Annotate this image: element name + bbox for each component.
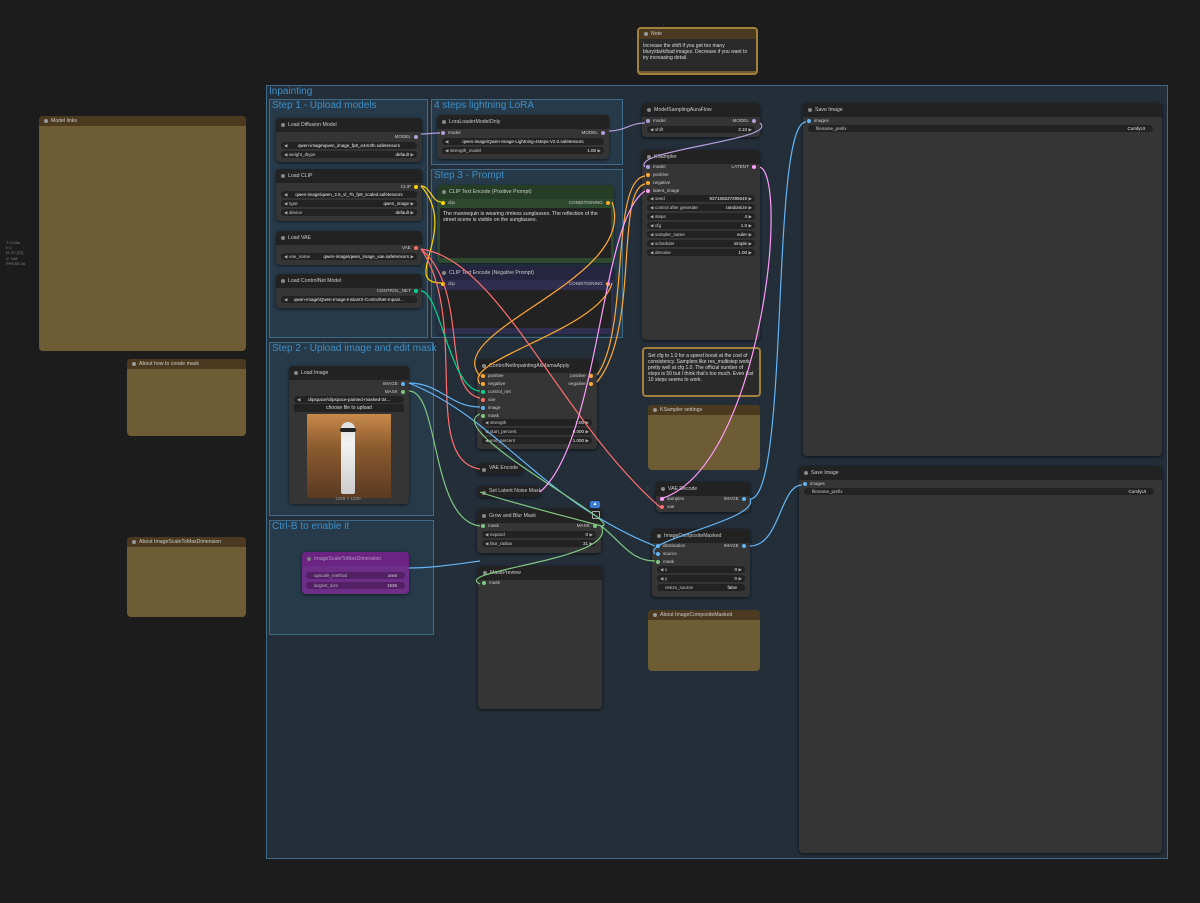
- wire-vae-to-controlnet: [420, 248, 481, 399]
- wire-grow-to-preview: [476, 525, 604, 585]
- wire-controlnet-neg-to-ksampler: [596, 183, 646, 383]
- wires-layer: [408, 121, 807, 585]
- wire-pos-to-controlnet: [474, 201, 616, 377]
- wire-decode-to-composite: [653, 498, 751, 555]
- wire-ksampler-to-decode: [659, 166, 772, 500]
- wire-modelsampling-to-ksampler: [643, 122, 763, 168]
- wire-mask-to-grow: [408, 390, 481, 527]
- wire-decode-to-save1: [749, 121, 807, 500]
- wire-grow-to-composite: [600, 525, 656, 562]
- wire-vae-to-vae-encode: [420, 248, 481, 470]
- wire-grow-to-setlatent: [479, 491, 602, 527]
- wire-controlnet-model: [420, 290, 481, 392]
- wire-latent-to-ksampler: [539, 190, 646, 493]
- wire-lora-to-modelsampling: [608, 122, 646, 132]
- wire-controlnet-pos-to-ksampler: [596, 175, 646, 376]
- wire-clip-to-pos: [420, 185, 442, 203]
- wire-model-to-lora: [420, 132, 441, 135]
- wire-image-to-scale: [408, 560, 481, 569]
